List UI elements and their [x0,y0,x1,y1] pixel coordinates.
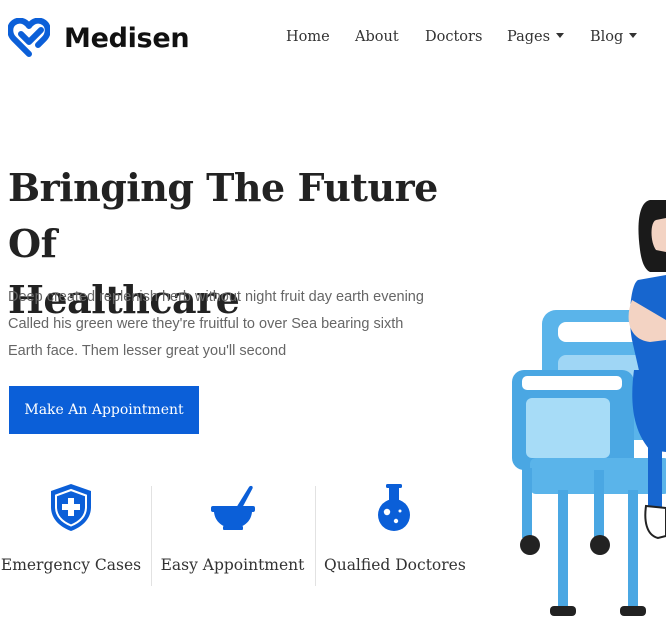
nav-item-label: Blog [590,29,624,45]
nav-item-label: About [355,29,399,45]
caret-down-icon [629,32,638,38]
nav-item-blog[interactable]: Blog [590,29,638,45]
feature-easy-appointment: Easy Appointment [160,482,305,588]
nav-item-home[interactable]: Home [286,29,330,45]
hero-desc-line-1: Deep created replenish herb without nigh… [8,289,424,305]
feature-emergency-cases: Emergency Cases [0,482,142,588]
nav-item-pages[interactable]: Pages [507,29,565,45]
nav-item-label: Pages [507,29,551,45]
hero-desc-line-3: Earth face. Them lesser great you'll sec… [8,343,287,359]
make-appointment-button[interactable]: Make An Appointment [9,386,199,434]
feature-label: Easy Appointment [160,556,305,574]
shield-plus-icon [51,484,91,531]
hero-description: Deep created replenish herb without nigh… [8,284,478,365]
nav-item-label: Home [286,29,330,45]
main-nav: Home About Doctors Pages Blog [0,29,666,49]
hero-desc-line-2: Called his green were they're fruitful t… [8,316,404,332]
feature-label: Emergency Cases [0,556,142,574]
nav-item-label: Doctors [425,29,483,45]
hero-illustration [512,200,666,616]
hero-title-line-1: Bringing The Future Of [8,165,438,266]
nav-item-about[interactable]: About [355,29,399,45]
nav-item-doctors[interactable]: Doctors [425,29,482,45]
feature-divider [315,486,316,586]
mortar-pestle-icon [210,485,255,530]
flask-icon [378,484,410,531]
feature-qualified-doctors: Qualfied Doctores [324,482,466,588]
feature-label: Qualfied Doctores [324,556,466,574]
feature-divider [151,486,152,586]
caret-down-icon [556,32,565,38]
